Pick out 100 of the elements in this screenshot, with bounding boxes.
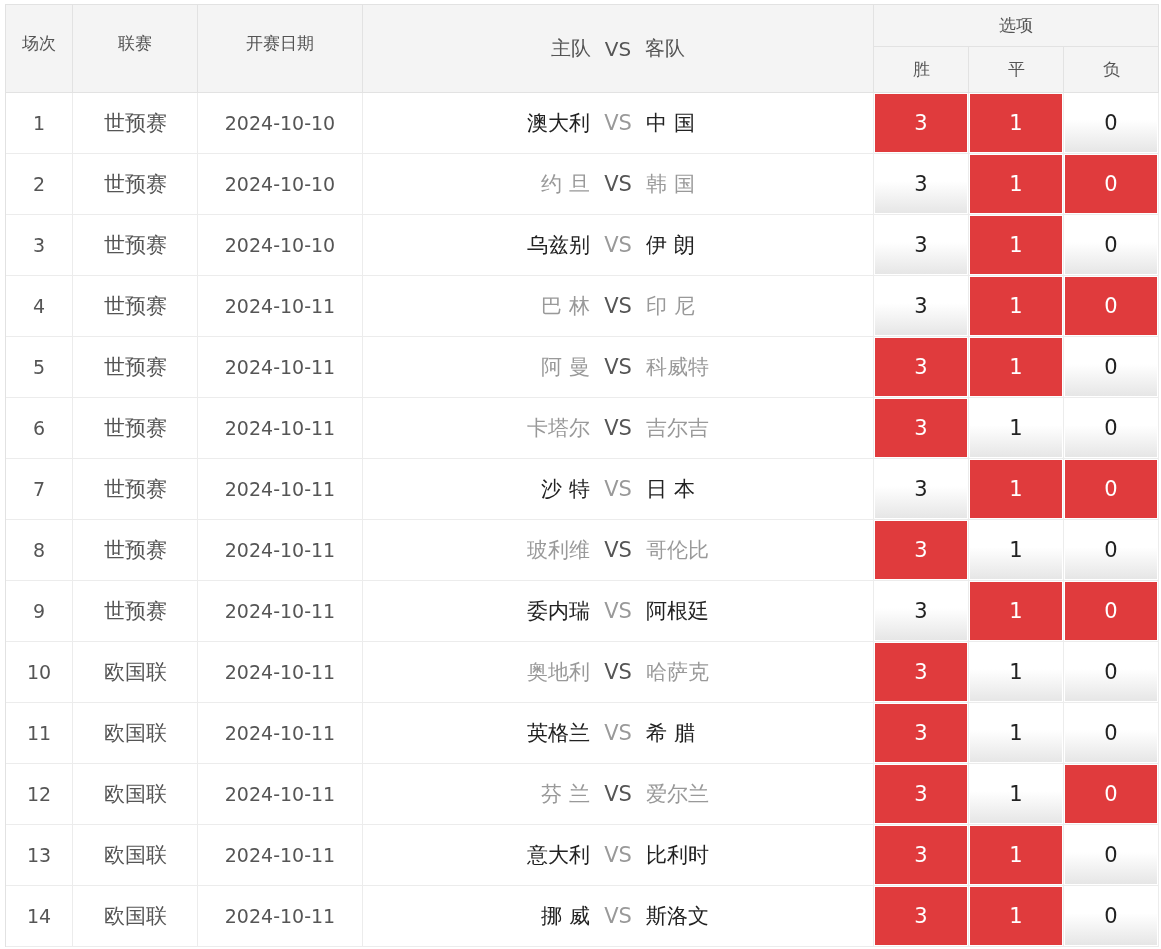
table-cell: 2024-10-11 [198, 276, 363, 337]
option-button[interactable]: 3 [875, 338, 967, 396]
away-team: 伊 朗 [645, 232, 696, 259]
table-cell: 2024-10-10 [198, 215, 363, 276]
option-button[interactable]: 1 [970, 826, 1062, 884]
away-team: 比利时 [645, 842, 710, 869]
table-cell: 2024-10-11 [198, 764, 363, 825]
away-team: 哈萨克 [645, 659, 710, 686]
away-team: 韩 国 [645, 171, 696, 198]
table-cell: 世预赛 [73, 154, 198, 215]
vs-label: VS [604, 843, 632, 867]
home-team: 意大利 [526, 842, 591, 869]
table-cell: 世预赛 [73, 459, 198, 520]
vs-label: VS [604, 599, 632, 623]
option-button[interactable]: 1 [970, 887, 1062, 945]
away-team: 中 国 [645, 110, 696, 137]
table-cell: 世预赛 [73, 520, 198, 581]
option-button[interactable]: 3 [875, 887, 967, 945]
vs-label: VS [604, 172, 632, 196]
home-team: 委内瑞 [526, 598, 591, 625]
column-header: 负 [1064, 47, 1159, 93]
table-cell: 1 [6, 93, 73, 154]
home-team: 阿 曼 [540, 354, 591, 381]
away-team: 吉尔吉 [645, 415, 710, 442]
table-cell: 2024-10-11 [198, 581, 363, 642]
vs-label: VS [604, 355, 632, 379]
table-cell: 14 [6, 886, 73, 947]
vs-label: VS [604, 477, 632, 501]
column-header: 平 [969, 47, 1064, 93]
vs-label: VS [604, 904, 632, 928]
table-cell: 7 [6, 459, 73, 520]
option-button[interactable]: 1 [970, 216, 1062, 274]
option-button[interactable]: 3 [875, 521, 967, 579]
home-team: 英格兰 [526, 720, 591, 747]
away-team: 日 本 [645, 476, 696, 503]
away-team: 爱尔兰 [645, 781, 710, 808]
table-cell: 世预赛 [73, 398, 198, 459]
table-cell: 2024-10-11 [198, 825, 363, 886]
home-team: 乌兹别 [526, 232, 591, 259]
option-button[interactable]: 1 [970, 155, 1062, 213]
table-cell: 2024-10-11 [198, 886, 363, 947]
table-cell: 3 [6, 215, 73, 276]
table-cell: 11 [6, 703, 73, 764]
option-button[interactable]: 0 [1065, 460, 1157, 518]
table-cell: 12 [6, 764, 73, 825]
table-cell: 欧国联 [73, 764, 198, 825]
vs-label: VS [604, 233, 632, 257]
option-button[interactable]: 0 [1065, 582, 1157, 640]
column-header: VS [604, 36, 632, 61]
home-team: 约 旦 [540, 171, 591, 198]
table-cell: 欧国联 [73, 703, 198, 764]
table-cell: 6 [6, 398, 73, 459]
option-button[interactable]: 3 [875, 94, 967, 152]
home-team: 澳大利 [526, 110, 591, 137]
table-cell: 2 [6, 154, 73, 215]
table-cell: 世预赛 [73, 581, 198, 642]
home-team: 挪 威 [540, 903, 591, 930]
table-cell: 欧国联 [73, 825, 198, 886]
home-team: 巴 林 [540, 293, 591, 320]
table-cell: 2024-10-11 [198, 398, 363, 459]
home-team: 芬 兰 [540, 781, 591, 808]
option-button[interactable]: 1 [970, 277, 1062, 335]
column-header: 客队 [645, 35, 686, 62]
table-cell: 2024-10-11 [198, 703, 363, 764]
table-cell: 10 [6, 642, 73, 703]
table-cell: 5 [6, 337, 73, 398]
option-button[interactable]: 3 [875, 765, 967, 823]
option-button[interactable]: 0 [1065, 155, 1157, 213]
table-cell: 世预赛 [73, 93, 198, 154]
away-team: 印 尼 [645, 293, 696, 320]
option-button[interactable]: 3 [875, 826, 967, 884]
option-button[interactable]: 1 [970, 94, 1062, 152]
column-header: 联赛 [73, 5, 198, 93]
column-header: 场次 [6, 5, 73, 93]
home-team: 玻利维 [526, 537, 591, 564]
vs-label: VS [604, 111, 632, 135]
option-button[interactable]: 1 [970, 338, 1062, 396]
table-cell: 2024-10-10 [198, 93, 363, 154]
option-button[interactable]: 1 [970, 582, 1062, 640]
option-button[interactable]: 0 [1065, 765, 1157, 823]
table-cell: 13 [6, 825, 73, 886]
option-button[interactable]: 3 [875, 704, 967, 762]
table-cell: 世预赛 [73, 276, 198, 337]
table-cell: 欧国联 [73, 886, 198, 947]
option-button[interactable]: 0 [1065, 277, 1157, 335]
column-header: 开赛日期 [198, 5, 363, 93]
group-header: 选项 [874, 5, 1159, 47]
column-header: 主队 [550, 35, 591, 62]
table-cell: 4 [6, 276, 73, 337]
option-button[interactable]: 1 [970, 460, 1062, 518]
table-cell: 2024-10-11 [198, 520, 363, 581]
column-header: 胜 [874, 47, 969, 93]
option-button[interactable]: 3 [875, 399, 967, 457]
away-team: 哥伦比 [645, 537, 710, 564]
away-team: 希 腊 [645, 720, 696, 747]
vs-label: VS [604, 538, 632, 562]
table-cell: 世预赛 [73, 337, 198, 398]
option-button[interactable]: 3 [875, 643, 967, 701]
table-cell: 欧国联 [73, 642, 198, 703]
home-team: 奥地利 [526, 659, 591, 686]
